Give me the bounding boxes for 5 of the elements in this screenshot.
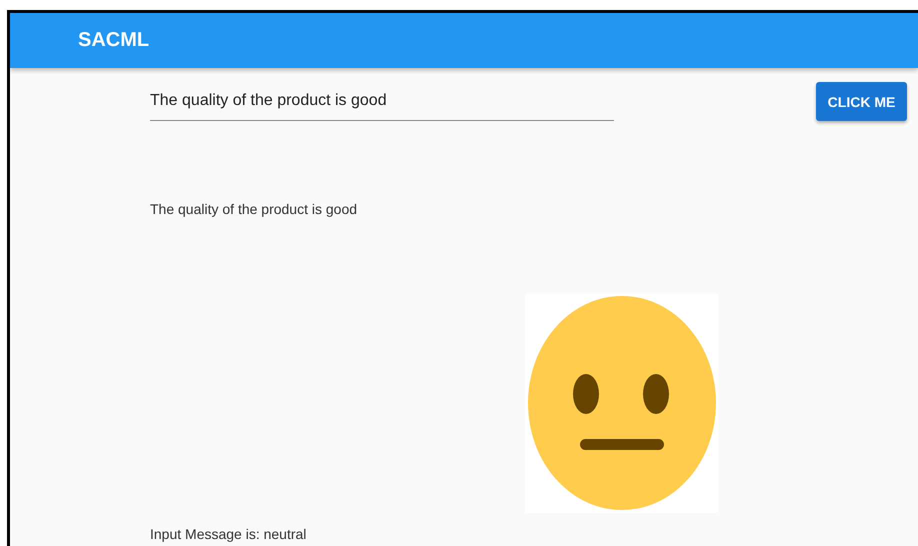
app-title: SACML: [78, 29, 150, 52]
click-me-button[interactable]: CLICK ME: [816, 82, 907, 121]
result-text: Input Message is: neutral: [149, 526, 308, 542]
message-input[interactable]: The quality of the product is good: [150, 81, 614, 121]
echo-text: The quality of the product is good: [149, 201, 358, 217]
